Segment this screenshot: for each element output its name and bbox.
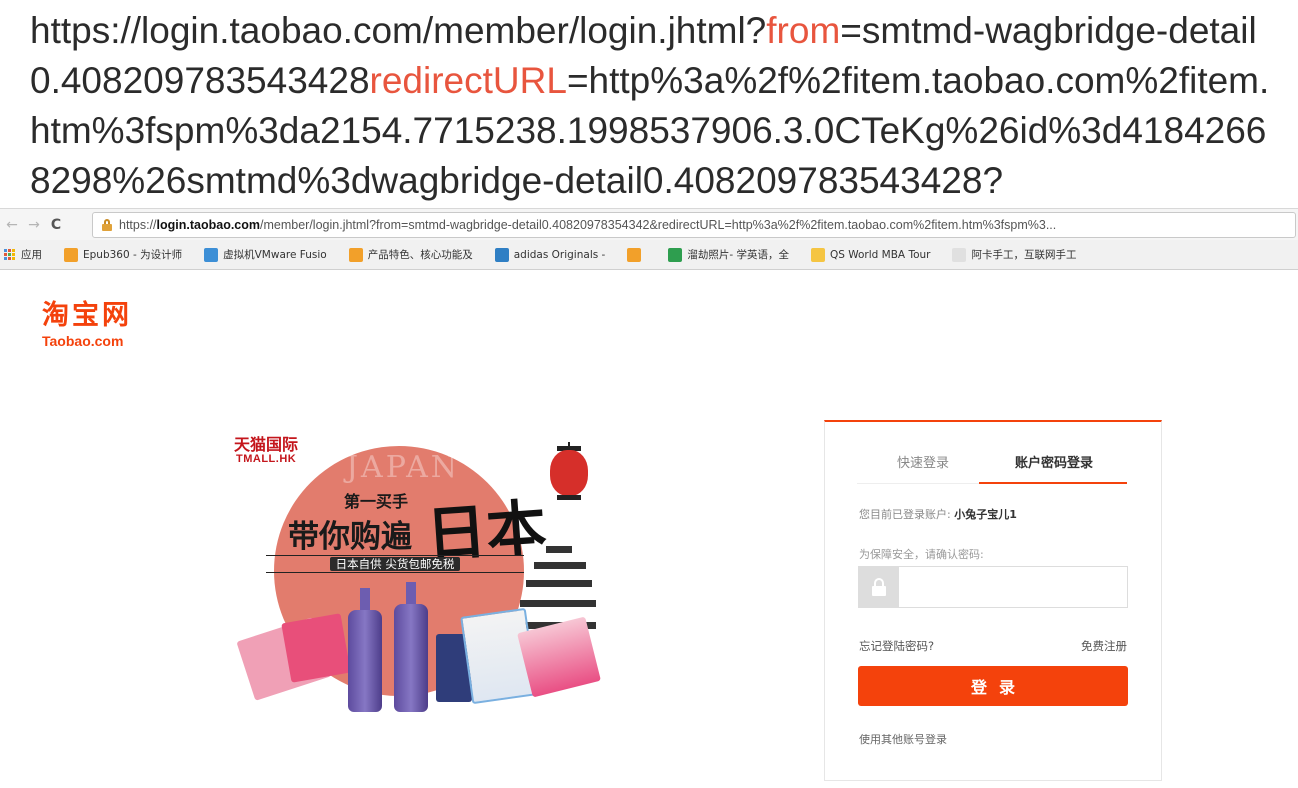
bookmark-favicon-icon — [627, 247, 642, 262]
login-button[interactable]: 登录 — [858, 666, 1128, 706]
url-scheme: https:// — [119, 218, 157, 232]
current-account: 您目前已登录账户: 小兔子宝儿1 — [859, 506, 1017, 522]
logo-english: Taobao.com — [42, 333, 124, 349]
bookmark-favicon-icon — [64, 247, 78, 262]
bookmark-item[interactable]: QS World MBA Tour — [810, 247, 931, 262]
bookmark-favicon-icon — [952, 247, 967, 262]
url-host: login.taobao.com — [156, 218, 261, 232]
browser-toolbar: ← → C https://login.taobao.com/member/lo… — [0, 208, 1298, 240]
bookmark-favicon-icon — [348, 247, 363, 262]
url-part-1: https://login.taobao.com/member/login.jh… — [30, 10, 767, 51]
bookmark-item[interactable]: 阿卡手工，互联网手工 — [952, 247, 1076, 262]
bookmark-item[interactable]: 应用 — [4, 247, 42, 262]
tmall-logo-en: TMALL.HK — [236, 453, 297, 465]
promo-banner[interactable]: JAPAN 天猫国际 TMALL.HK 第一买手 带你购遍 日本 日本自供 尖货… — [226, 428, 606, 723]
bookmark-label: Epub360 - 为设计师 — [83, 249, 183, 261]
register-link[interactable]: 免费注册 — [1081, 638, 1127, 654]
product-mask-pack-2 — [281, 613, 351, 683]
bookmark-favicon-icon — [204, 247, 219, 262]
reload-icon[interactable]: C — [46, 217, 66, 233]
bookmark-item[interactable]: adidas Originals - — [494, 247, 606, 262]
login-tabs: 快速登录 账户密码登录 — [857, 434, 1127, 484]
url-path: /member/login.jhtml?from=smtmd-wagbridge… — [260, 218, 1057, 232]
forward-arrow-icon[interactable]: → — [24, 217, 44, 233]
promo-band-text: 日本自供 尖货包邮免税 — [329, 557, 461, 571]
tab-password-login[interactable]: 账户密码登录 — [1015, 452, 1093, 471]
bookmark-item[interactable]: Epub360 - 为设计师 — [64, 247, 182, 262]
logo-chinese: 淘宝网 — [42, 300, 132, 331]
password-input[interactable] — [900, 567, 1127, 607]
bookmarks-bar: 应用 Epub360 - 为设计师 虚拟机VMware Fusio 产品特色、核心功能… — [0, 240, 1298, 270]
bookmark-label: 虚拟机VMware Fusio — [223, 249, 327, 261]
other-account-login-link[interactable]: 使用其他账号登录 — [859, 731, 947, 747]
password-lock-icon — [859, 567, 899, 607]
address-bar[interactable]: https://login.taobao.com/member/login.jh… — [92, 212, 1296, 238]
bookmark-label: 产品特色、核心功能及 — [367, 249, 473, 261]
account-prefix: 您目前已登录账户: — [859, 508, 951, 521]
promo-headline-2: 带你购遍 — [288, 519, 412, 555]
lock-icon — [101, 219, 113, 231]
account-name: 小兔子宝儿1 — [954, 508, 1017, 521]
url-param-redirect: redirectURL — [369, 60, 567, 101]
bookmark-label: 阿卡手工，互联网手工 — [971, 249, 1077, 261]
bookmark-item[interactable] — [627, 247, 646, 262]
bookmark-item[interactable]: 产品特色、核心功能及 — [348, 247, 473, 262]
url-param-from: from — [766, 10, 841, 51]
forgot-password-link[interactable]: 忘记登陆密码? — [859, 638, 934, 654]
apps-grid-icon — [4, 248, 16, 261]
bookmark-label: 溜劫照片- 学英语，全 — [687, 249, 789, 261]
promo-watermark: JAPAN — [346, 450, 461, 485]
login-card: 快速登录 账户密码登录 您目前已登录账户: 小兔子宝儿1 为保障安全，请确认密码… — [824, 420, 1162, 781]
product-bottle-2 — [394, 604, 428, 712]
back-arrow-icon[interactable]: ← — [2, 217, 22, 233]
bookmark-favicon-icon — [668, 247, 683, 262]
bookmark-label: 应用 — [21, 249, 42, 261]
product-bottle-1 — [348, 610, 382, 712]
password-field — [858, 566, 1128, 608]
bookmark-item[interactable]: 溜劫照片- 学英语，全 — [668, 247, 789, 262]
tmall-logo-cn: 天猫国际 — [234, 435, 299, 454]
bookmark-favicon-icon — [494, 247, 509, 262]
lantern-icon — [548, 442, 590, 504]
bookmark-label: adidas Originals - — [513, 248, 606, 261]
url-annotation: https://login.taobao.com/member/login.jh… — [30, 6, 1280, 206]
security-tip: 为保障安全，请确认密码: — [859, 548, 984, 561]
promo-headline-1: 第一买手 — [344, 492, 409, 511]
promo-band: 日本自供 尖货包邮免税 — [266, 555, 524, 573]
taobao-logo[interactable]: 淘宝网 Taobao.com — [42, 300, 132, 349]
active-tab-indicator — [979, 482, 1127, 484]
bookmark-favicon-icon — [810, 247, 825, 262]
bookmark-label: QS World MBA Tour — [829, 248, 931, 261]
bookmark-item[interactable]: 虚拟机VMware Fusio — [204, 247, 327, 262]
tab-quick-login[interactable]: 快速登录 — [897, 452, 949, 471]
